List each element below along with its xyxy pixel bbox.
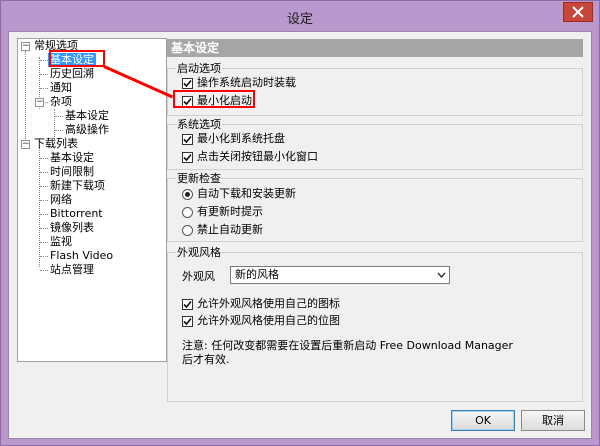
load-on-startup-label: 操作系统启动时装载 <box>197 76 296 89</box>
tree-item-downloads[interactable]: 下载列表 <box>32 137 80 151</box>
notify-update-option[interactable]: 有更新时提示 <box>182 205 263 219</box>
disable-update-label: 禁止自动更新 <box>197 223 263 236</box>
highlight-box-minimized-option <box>173 90 255 108</box>
system-group: 系统选项 最小化到系统托盘 点击关闭按钮最小化窗口 <box>167 118 583 170</box>
own-bitmaps-option[interactable]: 允许外观风格使用自己的位图 <box>182 314 340 328</box>
close-minimizes-label: 点击关闭按钮最小化窗口 <box>197 150 318 163</box>
cancel-button[interactable]: 取消 <box>521 410 585 431</box>
tree-item-new-download[interactable]: 新建下载项 <box>48 179 107 193</box>
load-on-startup-checkbox[interactable] <box>182 77 193 89</box>
title-bar[interactable]: 设定 <box>1 1 599 31</box>
skin-select[interactable]: 新的风格 <box>230 266 450 284</box>
update-group: 更新检查 自动下载和安装更新 有更新时提示 禁止自动更新 <box>167 172 583 242</box>
tree-item-history[interactable]: 历史回溯 <box>48 67 96 81</box>
notify-update-radio[interactable] <box>182 206 193 218</box>
dialog-client: − 常规选项 基本设定 历史回溯 通知 − 杂项 基本设定 高级操作 − 下载列… <box>8 31 592 439</box>
tree-item-misc[interactable]: 杂项 <box>48 95 74 109</box>
minimize-to-tray-checkbox[interactable] <box>182 133 193 145</box>
tree-item-notify[interactable]: 通知 <box>48 81 74 95</box>
checkmark-icon <box>183 135 192 143</box>
skin-row: 外观风 <box>182 268 215 284</box>
close-icon <box>572 6 584 18</box>
checkmark-icon <box>183 153 192 161</box>
skin-label: 外观风 <box>182 270 215 283</box>
tree-item-bittorrent[interactable]: Bittorrent <box>48 207 105 221</box>
tree-item-network[interactable]: 网络 <box>48 193 74 207</box>
load-on-startup-option[interactable]: 操作系统启动时装载 <box>182 76 296 90</box>
own-bitmaps-checkbox[interactable] <box>182 315 193 327</box>
notify-update-label: 有更新时提示 <box>197 205 263 218</box>
restart-note: 注意: 任何改变都需要在设置后重新启动 Free Download Manage… <box>182 339 513 366</box>
tree-item-mirror-list[interactable]: 镜像列表 <box>48 221 96 235</box>
startup-group-title: 启动选项 <box>176 62 222 75</box>
minimize-to-tray-label: 最小化到系统托盘 <box>197 132 285 145</box>
checkmark-icon <box>183 79 192 87</box>
auto-update-label: 自动下载和安装更新 <box>197 187 296 200</box>
minimize-to-tray-option[interactable]: 最小化到系统托盘 <box>182 132 285 146</box>
own-icons-label: 允许外观风格使用自己的图标 <box>197 297 340 310</box>
tree-item-flash-video[interactable]: Flash Video <box>48 249 115 263</box>
own-bitmaps-label: 允许外观风格使用自己的位图 <box>197 314 340 327</box>
update-group-title: 更新检查 <box>176 172 222 185</box>
skin-select-value: 新的风格 <box>235 268 279 281</box>
close-minimizes-checkbox[interactable] <box>182 151 193 163</box>
disable-update-option[interactable]: 禁止自动更新 <box>182 223 263 237</box>
tree-item-downloads-basic[interactable]: 基本设定 <box>48 151 96 165</box>
tree-item-misc-basic[interactable]: 基本设定 <box>63 109 111 123</box>
disable-update-radio[interactable] <box>182 224 193 236</box>
collapse-general-toggle[interactable]: − <box>21 42 30 51</box>
tree-item-time-limit[interactable]: 时间限制 <box>48 165 96 179</box>
skin-group-title: 外观风格 <box>176 246 222 259</box>
window-title: 设定 <box>286 12 313 27</box>
skin-group: 外观风格 外观风 新的风格 允许外观风格使用自己的图标 允许外观风格使用自己的位… <box>167 246 583 402</box>
close-button[interactable] <box>563 2 593 22</box>
collapse-misc-toggle[interactable]: − <box>35 98 44 107</box>
checkmark-icon <box>183 317 192 325</box>
settings-dialog: 设定 − 常规选项 基本设定 历史回溯 通知 − 杂项 基本设定 高级操作 − … <box>0 0 600 446</box>
highlight-box-tree-item <box>49 50 105 67</box>
close-minimizes-option[interactable]: 点击关闭按钮最小化窗口 <box>182 150 318 164</box>
own-icons-option[interactable]: 允许外观风格使用自己的图标 <box>182 297 340 311</box>
auto-update-radio[interactable] <box>182 188 193 200</box>
system-group-title: 系统选项 <box>176 118 222 131</box>
tree-item-monitor[interactable]: 监视 <box>48 235 74 249</box>
auto-update-option[interactable]: 自动下载和安装更新 <box>182 187 296 201</box>
collapse-downloads-toggle[interactable]: − <box>21 140 30 149</box>
chevron-down-icon <box>437 272 446 278</box>
tree-item-misc-advanced[interactable]: 高级操作 <box>63 123 111 137</box>
checkmark-icon <box>183 300 192 308</box>
ok-button[interactable]: OK <box>451 410 515 431</box>
own-icons-checkbox[interactable] <box>182 298 193 310</box>
tree-item-site-manager[interactable]: 站点管理 <box>48 263 96 277</box>
panel-header: 基本设定 <box>167 39 583 57</box>
